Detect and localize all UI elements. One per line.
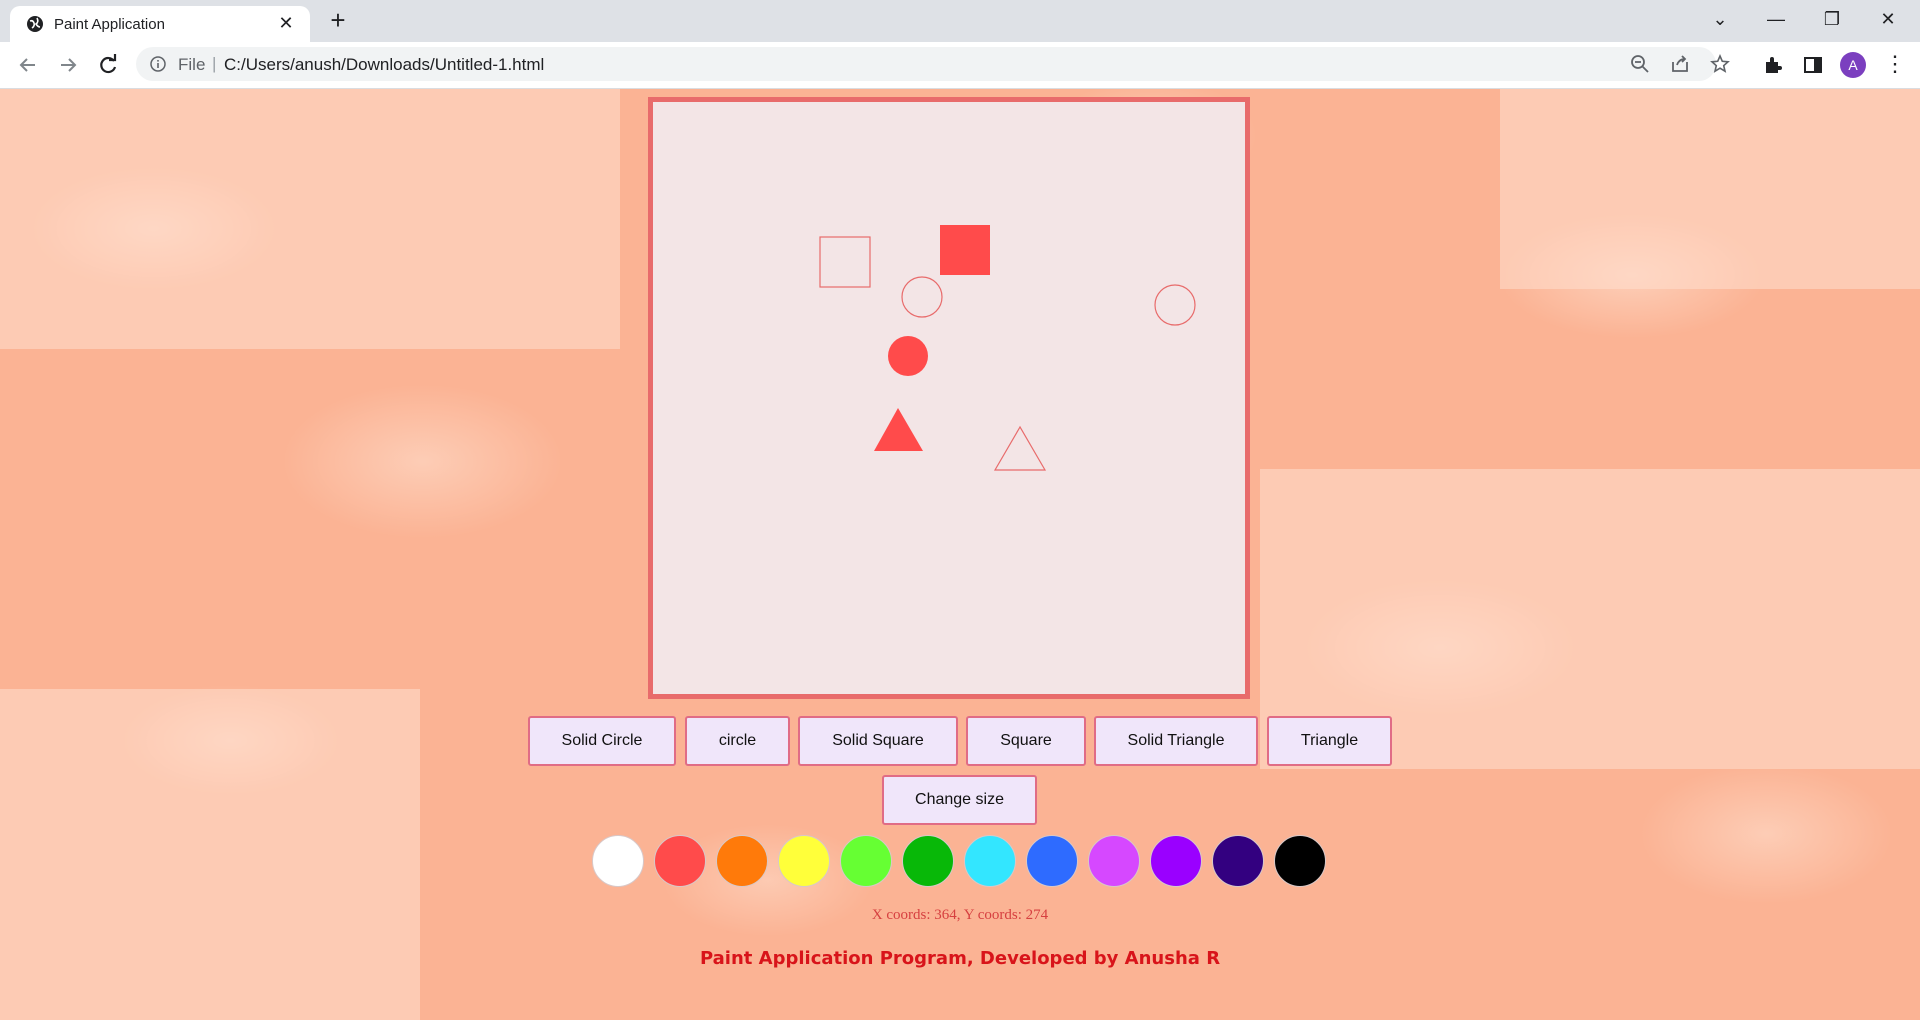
color-swatch-indigo[interactable] [1212, 835, 1264, 887]
circle-button[interactable]: circle [685, 716, 790, 766]
reload-icon[interactable] [94, 51, 122, 79]
close-tab-icon[interactable]: ✕ [276, 13, 296, 33]
new-tab-button[interactable]: + [324, 7, 352, 35]
canvas-drawing-layer[interactable] [653, 102, 1245, 694]
drawing-canvas[interactable] [648, 97, 1250, 699]
outline-triangle [993, 425, 1047, 471]
restore-button[interactable]: ❐ [1812, 6, 1852, 32]
browser-menu-icon[interactable]: ⋮ [1884, 52, 1906, 78]
solid-circle [888, 336, 928, 376]
url-scheme: File [178, 55, 206, 74]
outline-circle [901, 276, 943, 318]
browser-tab-bar: Paint Application ✕ + ⌄ — ❐ ✕ [0, 0, 1920, 42]
url-text[interactable]: C:/Users/anush/Downloads/Untitled-1.html [224, 55, 544, 75]
address-bar[interactable]: File | C:/Users/anush/Downloads/Untitled… [136, 47, 1730, 81]
info-icon[interactable] [150, 56, 166, 72]
url-separator: | [212, 54, 217, 73]
browser-toolbar: File | C:/Users/anush/Downloads/Untitled… [0, 42, 1920, 89]
color-swatch-orange[interactable] [716, 835, 768, 887]
side-panel-icon[interactable] [1802, 54, 1824, 76]
background-texture [0, 689, 420, 1020]
footer-credit: Paint Application Program, Developed by … [699, 948, 1221, 969]
zoom-out-icon[interactable] [1630, 54, 1650, 74]
outline-square [819, 236, 871, 288]
color-swatch-purple[interactable] [1150, 835, 1202, 887]
background-texture [1500, 89, 1920, 289]
solid-square-button[interactable]: Solid Square [798, 716, 958, 766]
browser-tab[interactable]: Paint Application ✕ [10, 6, 310, 42]
color-swatch-black[interactable] [1274, 835, 1326, 887]
triangle-button[interactable]: Triangle [1267, 716, 1392, 766]
back-icon[interactable] [14, 51, 42, 79]
color-swatch-green[interactable] [902, 835, 954, 887]
mouse-coordinates-readout: X coords: 364, Y coords: 274 [871, 907, 1049, 923]
color-swatch-white[interactable] [592, 835, 644, 887]
change-size-button[interactable]: Change size [882, 775, 1037, 825]
minimize-button[interactable]: — [1756, 6, 1796, 32]
share-icon[interactable] [1670, 54, 1690, 74]
tab-title: Paint Application [54, 16, 165, 33]
color-swatch-light-green[interactable] [840, 835, 892, 887]
profile-avatar[interactable]: A [1840, 52, 1866, 78]
square-button[interactable]: Square [966, 716, 1086, 766]
color-swatch-yellow[interactable] [778, 835, 830, 887]
globe-icon [27, 16, 43, 32]
solid-circle-button[interactable]: Solid Circle [528, 716, 676, 766]
solid-triangle-button[interactable]: Solid Triangle [1094, 716, 1258, 766]
tab-search-icon[interactable]: ⌄ [1700, 6, 1740, 32]
bookmark-star-icon[interactable] [1710, 54, 1730, 74]
page-background: Solid Circle circle Solid Square Square … [0, 89, 1920, 1020]
close-window-button[interactable]: ✕ [1868, 6, 1908, 32]
background-texture [0, 89, 620, 349]
extensions-icon[interactable] [1762, 54, 1784, 76]
solid-square [940, 225, 990, 275]
forward-icon[interactable] [54, 51, 82, 79]
color-swatch-cyan[interactable] [964, 835, 1016, 887]
outline-circle [1154, 284, 1196, 326]
color-swatch-red[interactable] [654, 835, 706, 887]
color-swatch-blue[interactable] [1026, 835, 1078, 887]
color-swatch-magenta[interactable] [1088, 835, 1140, 887]
solid-triangle [874, 408, 923, 451]
